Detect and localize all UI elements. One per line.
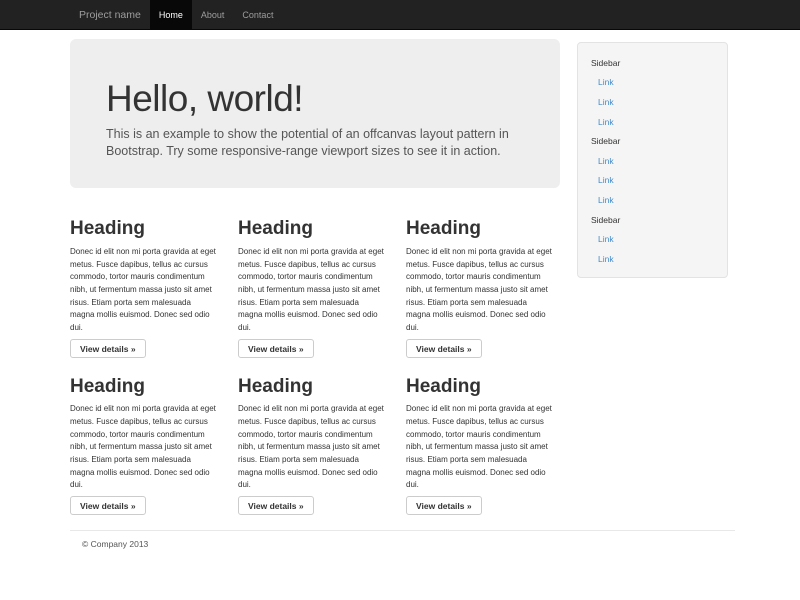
card-title: Heading xyxy=(238,218,388,240)
sidebar: Sidebar Link Link Link Sidebar Link Link… xyxy=(577,42,728,278)
card-body: Donec id elit non mi porta gravida at eg… xyxy=(70,246,220,335)
view-details-button[interactable]: View details » xyxy=(406,339,482,358)
content-card: Heading Donec id elit non mi porta gravi… xyxy=(406,364,556,516)
footer: © Company 2013 xyxy=(70,530,735,549)
content-row: Hello, world! This is an example to show… xyxy=(70,39,735,515)
cards-row-1: Heading Donec id elit non mi porta gravi… xyxy=(70,206,560,358)
content-card: Heading Donec id elit non mi porta gravi… xyxy=(70,206,220,358)
card-title: Heading xyxy=(70,218,220,240)
cards-row-2: Heading Donec id elit non mi porta gravi… xyxy=(70,364,560,516)
content-card: Heading Donec id elit non mi porta gravi… xyxy=(238,206,388,358)
sidebar-group-label: Sidebar xyxy=(591,131,719,151)
page-title: Hello, world! xyxy=(106,79,524,120)
card-body: Donec id elit non mi porta gravida at eg… xyxy=(70,403,220,492)
sidebar-link[interactable]: Link xyxy=(598,117,614,127)
view-details-button[interactable]: View details » xyxy=(70,496,146,515)
sidebar-link[interactable]: Link xyxy=(598,175,614,185)
copyright: © Company 2013 xyxy=(82,539,735,549)
card-body: Donec id elit non mi porta gravida at eg… xyxy=(238,246,388,335)
navbar-inner: Project name Home About Contact xyxy=(70,0,800,29)
jumbotron-text-line: Bootstrap. Try some responsive-range vie… xyxy=(106,143,524,161)
content-card: Heading Donec id elit non mi porta gravi… xyxy=(70,364,220,516)
sidebar-group-label: Sidebar xyxy=(591,53,719,73)
card-body: Donec id elit non mi porta gravida at eg… xyxy=(238,403,388,492)
main-content: Hello, world! This is an example to show… xyxy=(70,39,560,515)
sidebar-link[interactable]: Link xyxy=(598,156,614,166)
sidebar-group-label: Sidebar xyxy=(591,210,719,230)
view-details-button[interactable]: View details » xyxy=(70,339,146,358)
card-body: Donec id elit non mi porta gravida at eg… xyxy=(406,403,556,492)
view-details-button[interactable]: View details » xyxy=(238,496,314,515)
view-details-button[interactable]: View details » xyxy=(238,339,314,358)
card-body: Donec id elit non mi porta gravida at eg… xyxy=(406,246,556,335)
footer-divider xyxy=(70,530,735,531)
page-container: Hello, world! This is an example to show… xyxy=(70,39,735,549)
view-details-button[interactable]: View details » xyxy=(406,496,482,515)
jumbotron-text-line: This is an example to show the potential… xyxy=(106,126,524,144)
nav-item-home[interactable]: Home xyxy=(150,0,192,29)
navbar-brand[interactable]: Project name xyxy=(70,0,150,29)
sidebar-link[interactable]: Link xyxy=(598,77,614,87)
navbar: Project name Home About Contact xyxy=(0,0,800,30)
nav-item-contact[interactable]: Contact xyxy=(233,0,282,29)
card-title: Heading xyxy=(406,376,556,398)
card-title: Heading xyxy=(238,376,388,398)
sidebar-link[interactable]: Link xyxy=(598,254,614,264)
sidebar-link[interactable]: Link xyxy=(598,195,614,205)
sidebar-link[interactable]: Link xyxy=(598,234,614,244)
content-card: Heading Donec id elit non mi porta gravi… xyxy=(406,206,556,358)
card-title: Heading xyxy=(406,218,556,240)
content-card: Heading Donec id elit non mi porta gravi… xyxy=(238,364,388,516)
sidebar-link[interactable]: Link xyxy=(598,97,614,107)
nav-item-about[interactable]: About xyxy=(192,0,234,29)
card-title: Heading xyxy=(70,376,220,398)
jumbotron-text: This is an example to show the potential… xyxy=(106,126,524,161)
jumbotron: Hello, world! This is an example to show… xyxy=(70,39,560,188)
